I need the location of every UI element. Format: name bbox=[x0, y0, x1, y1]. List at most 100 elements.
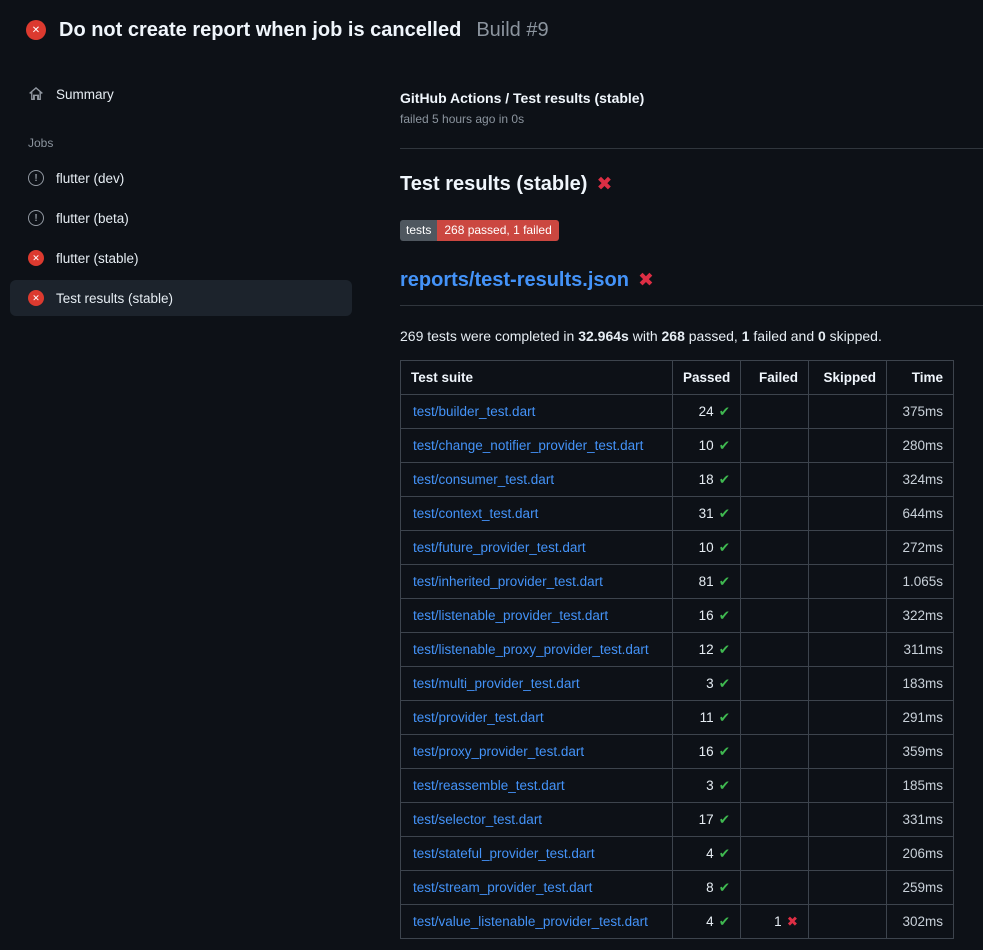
table-row: test/future_provider_test.dart10✔272ms bbox=[401, 531, 954, 565]
test-suite-cell: test/multi_provider_test.dart bbox=[401, 667, 673, 701]
test-suite-cell: test/selector_test.dart bbox=[401, 803, 673, 837]
build-number: Build #9 bbox=[476, 19, 548, 42]
failed-cell bbox=[741, 769, 809, 803]
summary-part: 0 bbox=[818, 328, 826, 344]
skipped-cell bbox=[809, 497, 887, 531]
check-icon: ✔ bbox=[719, 744, 730, 759]
job-label: flutter (stable) bbox=[56, 251, 139, 266]
job-label: Test results (stable) bbox=[56, 291, 173, 306]
passed-cell: 31✔ bbox=[673, 497, 741, 531]
passed-count: 8 bbox=[706, 880, 714, 895]
time-cell: 272ms bbox=[887, 531, 954, 565]
table-row: test/proxy_provider_test.dart16✔359ms bbox=[401, 735, 954, 769]
table-row: test/inherited_provider_test.dart81✔1.06… bbox=[401, 565, 954, 599]
summary-part: 268 bbox=[662, 328, 685, 344]
time-cell: 280ms bbox=[887, 429, 954, 463]
x-circle-icon: ✕ bbox=[28, 290, 44, 306]
test-suite-link[interactable]: test/inherited_provider_test.dart bbox=[413, 574, 603, 589]
col-header-skipped: Skipped bbox=[809, 361, 887, 395]
test-suite-link[interactable]: test/listenable_provider_test.dart bbox=[413, 608, 608, 623]
sidebar-item-summary[interactable]: Summary bbox=[10, 76, 352, 112]
passed-cell: 4✔ bbox=[673, 905, 741, 939]
test-suite-link[interactable]: test/listenable_proxy_provider_test.dart bbox=[413, 642, 649, 657]
sidebar-item-flutter-stable[interactable]: ✕ flutter (stable) bbox=[10, 240, 352, 276]
test-suite-link[interactable]: test/multi_provider_test.dart bbox=[413, 676, 580, 691]
time-cell: 311ms bbox=[887, 633, 954, 667]
test-suite-link[interactable]: test/provider_test.dart bbox=[413, 710, 544, 725]
failed-cell bbox=[741, 701, 809, 735]
test-suite-link[interactable]: test/stream_provider_test.dart bbox=[413, 880, 592, 895]
failed-cell bbox=[741, 803, 809, 837]
job-label: flutter (beta) bbox=[56, 211, 129, 226]
skipped-cell bbox=[809, 667, 887, 701]
table-row: test/listenable_proxy_provider_test.dart… bbox=[401, 633, 954, 667]
summary-part: failed and bbox=[750, 328, 819, 344]
test-suite-link[interactable]: test/future_provider_test.dart bbox=[413, 540, 586, 555]
failed-cell bbox=[741, 395, 809, 429]
test-suite-link[interactable]: test/consumer_test.dart bbox=[413, 472, 554, 487]
summary-part: passed, bbox=[685, 328, 742, 344]
cross-mark-icon: ✖ bbox=[787, 914, 798, 929]
test-suite-link[interactable]: test/selector_test.dart bbox=[413, 812, 542, 827]
report-link[interactable]: reports/test-results.json bbox=[400, 269, 629, 292]
skipped-cell bbox=[809, 463, 887, 497]
tests-badge[interactable]: tests 268 passed, 1 failed bbox=[400, 220, 559, 241]
summary-line: 269 tests were completed in 32.964s with… bbox=[400, 328, 983, 344]
test-suite-cell: test/proxy_provider_test.dart bbox=[401, 735, 673, 769]
test-suite-link[interactable]: test/value_listenable_provider_test.dart bbox=[413, 914, 648, 929]
check-icon: ✔ bbox=[719, 880, 730, 895]
passed-count: 11 bbox=[700, 710, 714, 725]
failed-cell bbox=[741, 497, 809, 531]
passed-cell: 10✔ bbox=[673, 429, 741, 463]
skipped-cell bbox=[809, 599, 887, 633]
table-row: test/reassemble_test.dart3✔185ms bbox=[401, 769, 954, 803]
test-suite-cell: test/listenable_provider_test.dart bbox=[401, 599, 673, 633]
test-suite-link[interactable]: test/reassemble_test.dart bbox=[413, 778, 565, 793]
failed-cell bbox=[741, 871, 809, 905]
test-suite-link[interactable]: test/proxy_provider_test.dart bbox=[413, 744, 584, 759]
skipped-cell bbox=[809, 905, 887, 939]
sidebar-item-test-results-stable[interactable]: ✕ Test results (stable) bbox=[10, 280, 352, 316]
col-header-time: Time bbox=[887, 361, 954, 395]
sidebar-item-flutter-dev[interactable]: ! flutter (dev) bbox=[10, 160, 352, 196]
test-suite-link[interactable]: test/change_notifier_provider_test.dart bbox=[413, 438, 643, 453]
skipped-cell bbox=[809, 701, 887, 735]
test-suite-link[interactable]: test/builder_test.dart bbox=[413, 404, 535, 419]
test-suite-link[interactable]: test/context_test.dart bbox=[413, 506, 538, 521]
passed-count: 12 bbox=[699, 642, 714, 657]
test-suite-cell: test/stateful_provider_test.dart bbox=[401, 837, 673, 871]
passed-cell: 18✔ bbox=[673, 463, 741, 497]
time-cell: 183ms bbox=[887, 667, 954, 701]
passed-count: 16 bbox=[699, 744, 714, 759]
table-row: test/listenable_provider_test.dart16✔322… bbox=[401, 599, 954, 633]
sidebar-item-flutter-beta[interactable]: ! flutter (beta) bbox=[10, 200, 352, 236]
test-suite-link[interactable]: test/stateful_provider_test.dart bbox=[413, 846, 595, 861]
check-icon: ✔ bbox=[719, 846, 730, 861]
time-cell: 291ms bbox=[887, 701, 954, 735]
col-header-passed: Passed bbox=[673, 361, 741, 395]
time-cell: 331ms bbox=[887, 803, 954, 837]
failed-cell bbox=[741, 463, 809, 497]
table-row: test/consumer_test.dart18✔324ms bbox=[401, 463, 954, 497]
failed-count: 1 bbox=[774, 914, 782, 929]
passed-count: 3 bbox=[706, 778, 714, 793]
test-suite-cell: test/reassemble_test.dart bbox=[401, 769, 673, 803]
table-row: test/provider_test.dart11✔291ms bbox=[401, 701, 954, 735]
results-table-body: test/builder_test.dart24✔375mstest/chang… bbox=[401, 395, 954, 939]
neutral-status-icon: ! bbox=[28, 170, 44, 186]
passed-count: 17 bbox=[699, 812, 714, 827]
summary-part: skipped. bbox=[826, 328, 882, 344]
failed-cell bbox=[741, 837, 809, 871]
passed-count: 31 bbox=[699, 506, 714, 521]
skipped-cell bbox=[809, 395, 887, 429]
passed-cell: 3✔ bbox=[673, 667, 741, 701]
home-icon bbox=[28, 86, 44, 102]
test-suite-cell: test/future_provider_test.dart bbox=[401, 531, 673, 565]
test-suite-cell: test/builder_test.dart bbox=[401, 395, 673, 429]
check-icon: ✔ bbox=[719, 574, 730, 589]
passed-cell: 8✔ bbox=[673, 871, 741, 905]
badge-value: 268 passed, 1 failed bbox=[437, 220, 558, 241]
passed-cell: 12 ✔ bbox=[673, 633, 741, 667]
sidebar: Summary Jobs ! flutter (dev) ! flutter (… bbox=[0, 56, 400, 316]
check-icon: ✔ bbox=[719, 642, 730, 657]
